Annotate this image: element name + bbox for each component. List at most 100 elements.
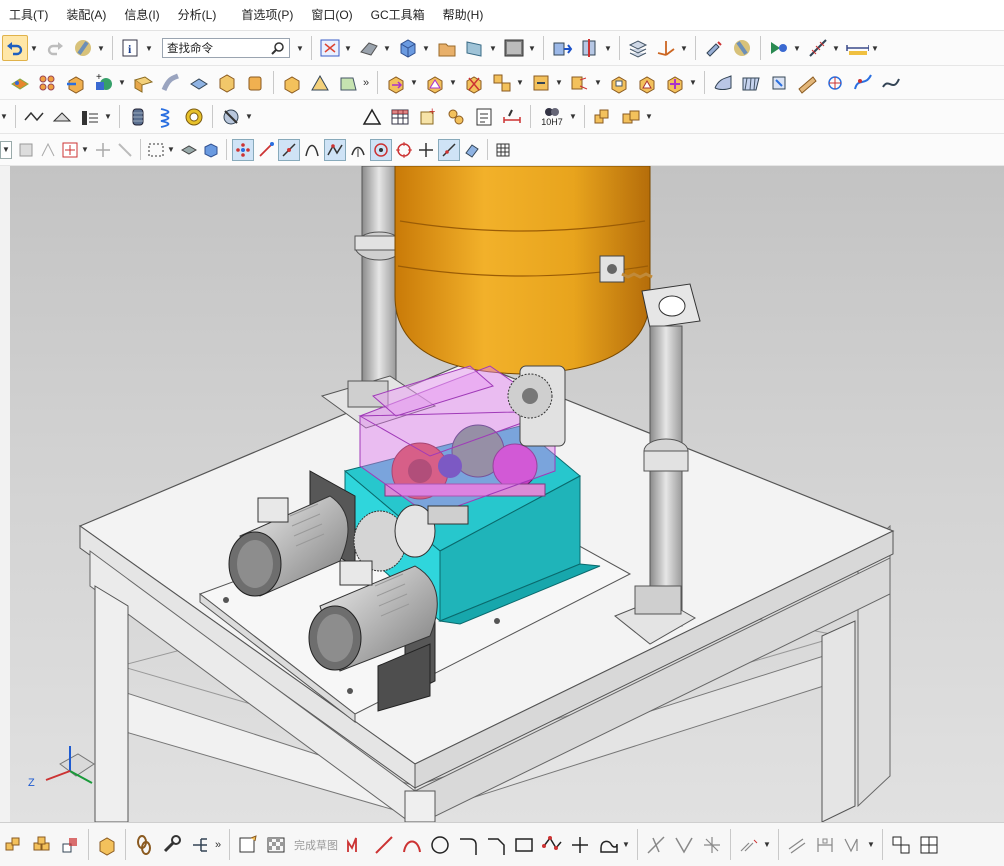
- select-solid-icon[interactable]: [201, 140, 221, 160]
- shaded-dropdown-icon[interactable]: ▼: [422, 44, 430, 53]
- shell-icon[interactable]: [187, 71, 211, 95]
- dimension-sketch-icon[interactable]: [813, 833, 837, 857]
- spline-dropdown-icon[interactable]: ▼: [622, 840, 630, 849]
- replace-component-icon[interactable]: [529, 71, 553, 95]
- paint-brush-icon[interactable]: [71, 36, 95, 60]
- row3-left-dropdown-icon[interactable]: ▼: [0, 112, 8, 121]
- triangle-dim-icon[interactable]: [360, 105, 384, 129]
- gear-icon[interactable]: [219, 105, 243, 129]
- edit-object-icon[interactable]: [702, 36, 726, 60]
- bottom-more-icon[interactable]: »: [214, 839, 222, 851]
- menu-info[interactable]: 信息(I): [115, 0, 168, 30]
- layer-settings-icon[interactable]: [626, 36, 650, 60]
- select-body-icon[interactable]: [179, 140, 199, 160]
- curvature-analysis-icon[interactable]: [823, 71, 847, 95]
- exploded-view-icon[interactable]: [568, 71, 592, 95]
- menu-gc-toolbox[interactable]: GC工具箱: [362, 0, 434, 30]
- gear-dropdown-icon[interactable]: ▼: [245, 112, 253, 121]
- component-group-icon[interactable]: [30, 833, 54, 857]
- finish-sketch-button[interactable]: 完成草图: [294, 837, 338, 853]
- sketch-inspect-icon[interactable]: [264, 833, 288, 857]
- tool-hierarchy-icon[interactable]: [188, 833, 212, 857]
- background-icon[interactable]: [502, 36, 526, 60]
- offset-curve-icon[interactable]: [737, 833, 761, 857]
- exploded-dropdown-icon[interactable]: ▼: [594, 78, 602, 87]
- arc-center-icon[interactable]: [348, 140, 368, 160]
- arc-icon[interactable]: [400, 833, 424, 857]
- chamfer-sketch-icon[interactable]: [484, 833, 508, 857]
- constraint-dropdown-icon[interactable]: ▼: [449, 78, 457, 87]
- point-on-surface-icon[interactable]: [462, 140, 482, 160]
- revolve-icon[interactable]: [243, 71, 267, 95]
- tolerance-icon[interactable]: 10H7: [537, 105, 567, 129]
- menu-preferences[interactable]: 首选项(P): [225, 0, 302, 30]
- corner-icon[interactable]: [700, 833, 724, 857]
- tolerance-dropdown-icon[interactable]: ▼: [569, 112, 577, 121]
- auto-constrain-icon[interactable]: [841, 833, 865, 857]
- orient-icon[interactable]: [115, 140, 135, 160]
- selection-scope-icon[interactable]: [16, 140, 36, 160]
- studio-spline-icon[interactable]: [596, 833, 620, 857]
- add-annotation-icon[interactable]: +: [416, 105, 440, 129]
- redo-icon[interactable]: [43, 36, 67, 60]
- menu-help[interactable]: 帮助(H): [434, 0, 493, 30]
- measure-distance-icon[interactable]: [806, 36, 830, 60]
- circle-point-icon[interactable]: [394, 140, 414, 160]
- drafting-icon[interactable]: [917, 833, 941, 857]
- curve-on-surface-icon[interactable]: [22, 105, 46, 129]
- constrain-dropdown-icon[interactable]: ▼: [867, 840, 875, 849]
- tube-icon[interactable]: [159, 71, 183, 95]
- extrude-icon[interactable]: [215, 71, 239, 95]
- existing-point-icon[interactable]: [416, 140, 436, 160]
- undo-icon[interactable]: [2, 35, 28, 61]
- section-dropdown-icon[interactable]: ▼: [604, 44, 612, 53]
- layer-folder-icon[interactable]: [435, 36, 459, 60]
- feature-dropdown-icon[interactable]: ▼: [118, 78, 126, 87]
- wcs-dropdown-icon[interactable]: ▼: [680, 44, 688, 53]
- combine-icon[interactable]: [64, 71, 88, 95]
- component-add-icon[interactable]: [619, 105, 643, 129]
- balloon-icon[interactable]: [444, 105, 468, 129]
- cylinder-icon[interactable]: [126, 105, 150, 129]
- info-icon[interactable]: i: [119, 36, 143, 60]
- constraints-icon[interactable]: [785, 833, 809, 857]
- extend-icon[interactable]: [672, 833, 696, 857]
- type-filter-dropdown-icon[interactable]: ▼: [0, 140, 12, 159]
- select-box-icon[interactable]: [146, 140, 166, 160]
- profile-icon[interactable]: [344, 833, 368, 857]
- offset-surface-icon[interactable]: [795, 71, 819, 95]
- point-icon[interactable]: [568, 833, 592, 857]
- fit-view-icon[interactable]: [318, 36, 342, 60]
- row2-more-icon[interactable]: »: [362, 77, 370, 89]
- section-icon[interactable]: [550, 36, 574, 60]
- move-component-icon[interactable]: [384, 71, 408, 95]
- polygon-icon[interactable]: [540, 833, 564, 857]
- quadrant-point-icon[interactable]: [370, 138, 392, 161]
- view-orient-icon[interactable]: [463, 36, 487, 60]
- snap-arrow-icon[interactable]: [38, 140, 58, 160]
- graphics-window[interactable]: Z: [10, 166, 1004, 822]
- render-dropdown-icon[interactable]: ▼: [383, 44, 391, 53]
- end-point-icon[interactable]: [256, 140, 276, 160]
- library-dropdown-icon[interactable]: ▼: [645, 112, 653, 121]
- curve-icon[interactable]: [851, 71, 875, 95]
- assembly-model[interactable]: Z: [10, 166, 1004, 822]
- save-part-icon[interactable]: [95, 833, 119, 857]
- component-array-icon[interactable]: [490, 71, 514, 95]
- spring-icon[interactable]: [154, 105, 178, 129]
- table-icon[interactable]: [388, 105, 412, 129]
- sketch-frame-icon[interactable]: [889, 833, 913, 857]
- fillet-icon[interactable]: [456, 833, 480, 857]
- circle-icon[interactable]: [428, 833, 452, 857]
- move-dropdown-icon[interactable]: ▼: [410, 78, 418, 87]
- undo-dropdown-icon[interactable]: ▼: [30, 44, 38, 53]
- background-dropdown-icon[interactable]: ▼: [528, 44, 536, 53]
- pmi-icon[interactable]: [78, 105, 102, 129]
- transform-icon[interactable]: [93, 140, 113, 160]
- array-dropdown-icon[interactable]: ▼: [516, 78, 524, 87]
- datum-plane-icon[interactable]: [131, 71, 155, 95]
- replace-dropdown-icon[interactable]: ▼: [555, 78, 563, 87]
- assembly-nav-icon[interactable]: [2, 833, 26, 857]
- render-style-icon[interactable]: [357, 36, 381, 60]
- measure-dropdown-icon[interactable]: ▼: [832, 44, 840, 53]
